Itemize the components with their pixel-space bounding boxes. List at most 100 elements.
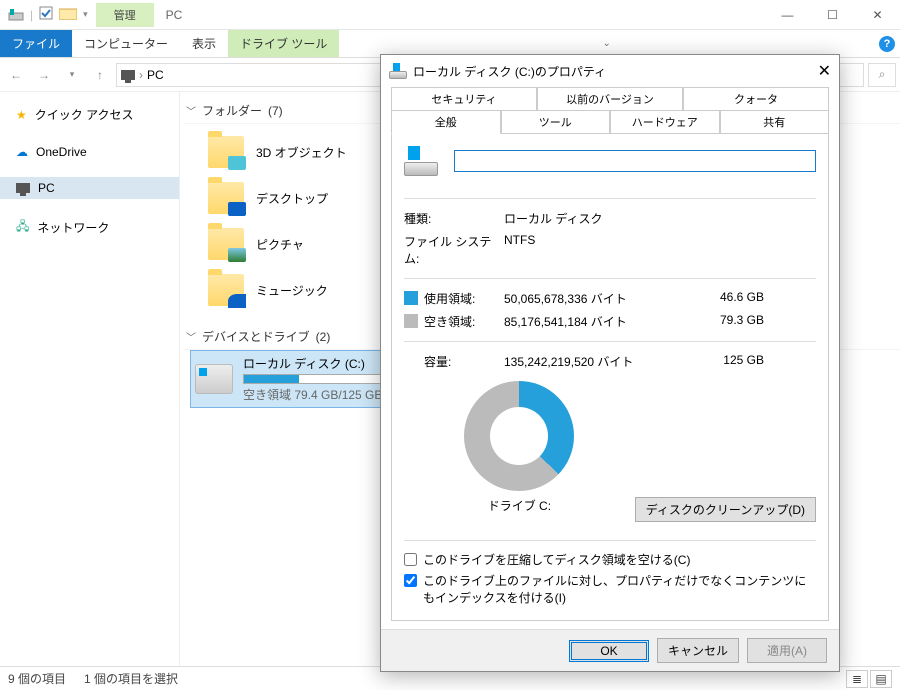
folder-icon [208, 228, 244, 260]
folder-label: デスクトップ [256, 190, 328, 207]
drive-icon [389, 63, 407, 79]
drive-label: ローカル ディスク (C:) [243, 355, 393, 372]
properties-dialog: ローカル ディスク (C:)のプロパティ ✕ セキュリティ 以前のバージョン ク… [380, 54, 840, 672]
index-label[interactable]: このドライブ上のファイルに対し、プロパティだけでなくコンテンツにもインデックスを… [423, 572, 816, 606]
tab-general[interactable]: 全般 [391, 110, 501, 134]
forward-button[interactable]: → [32, 63, 56, 87]
free-label: 空き領域: [404, 313, 504, 330]
ribbon-expand-icon[interactable]: ⌄ [594, 30, 620, 57]
drive-usage-bar [243, 374, 393, 384]
ribbon-tab-view[interactable]: 表示 [180, 30, 228, 57]
used-bytes: 50,065,678,336 バイト [504, 290, 684, 307]
folder-icon [208, 274, 244, 306]
search-box[interactable]: ⌕ [868, 63, 896, 87]
capacity-label: 容量: [404, 353, 504, 370]
recent-dropdown-icon[interactable]: ▾ [60, 63, 84, 87]
ribbon-tab-computer[interactable]: コンピューター [72, 30, 180, 57]
tab-row-back: セキュリティ 以前のバージョン クォータ [391, 87, 829, 110]
chevron-down-icon: ﹀ [186, 103, 196, 118]
ok-button[interactable]: OK [569, 640, 649, 662]
titlebar: | ▾ 管理 PC — ☐ ✕ [0, 0, 900, 30]
capacity-human: 125 GB [684, 353, 764, 370]
folder-icon [208, 182, 244, 214]
status-selection: 1 個の項目を選択 [84, 670, 178, 687]
star-icon: ★ [16, 108, 27, 122]
drive-large-icon [404, 146, 438, 176]
sidebar-item-label: PC [38, 181, 55, 195]
help-icon[interactable]: ? [874, 30, 900, 57]
app-icon [8, 7, 24, 23]
sidebar-item-label: クイック アクセス [35, 106, 134, 123]
drive-c[interactable]: ローカル ディスク (C:) 空き領域 79.4 GB/125 GB [190, 350, 410, 408]
folder-label: ミュージック [256, 282, 328, 299]
ribbon-tab-file[interactable]: ファイル [0, 30, 72, 57]
sidebar-item-pc[interactable]: PC [0, 177, 179, 199]
view-tiles-button[interactable]: ▤ [870, 670, 892, 688]
dialog-titlebar[interactable]: ローカル ディスク (C:)のプロパティ ✕ [381, 55, 839, 87]
tab-security[interactable]: セキュリティ [391, 87, 537, 111]
close-button[interactable]: ✕ [855, 0, 900, 30]
qat-dropdown-icon[interactable]: ▾ [83, 9, 88, 20]
sidebar-item-quick-access[interactable]: ★ クイック アクセス [0, 102, 179, 127]
tab-previous-versions[interactable]: 以前のバージョン [537, 87, 683, 111]
qat-separator: | [30, 8, 33, 22]
section-count: (7) [268, 104, 283, 118]
dialog-title: ローカル ディスク (C:)のプロパティ [413, 63, 606, 80]
free-human: 79.3 GB [684, 313, 764, 330]
view-details-button[interactable]: ≣ [846, 670, 868, 688]
qat-new-folder-icon[interactable] [59, 6, 77, 23]
tab-tools[interactable]: ツール [501, 110, 611, 134]
disk-cleanup-button[interactable]: ディスクのクリーンアップ(D) [635, 497, 816, 522]
used-label: 使用領域: [404, 290, 504, 307]
pc-icon [16, 183, 30, 193]
maximize-button[interactable]: ☐ [810, 0, 855, 30]
tab-hardware[interactable]: ハードウェア [610, 110, 720, 134]
fs-label: ファイル システム: [404, 233, 504, 267]
dialog-button-row: OK キャンセル 適用(A) [381, 629, 839, 671]
window-title: PC [166, 8, 183, 22]
drive-name-input[interactable] [454, 150, 816, 172]
tab-row-front: 全般 ツール ハードウェア 共有 [391, 110, 829, 133]
tab-sharing[interactable]: 共有 [720, 110, 830, 134]
pc-icon [121, 70, 135, 80]
usage-pie-chart [464, 381, 574, 491]
minimize-button[interactable]: — [765, 0, 810, 30]
sidebar-item-label: ネットワーク [37, 219, 109, 236]
section-count: (2) [316, 330, 331, 344]
index-checkbox[interactable] [404, 574, 417, 587]
capacity-bytes: 135,242,219,520 バイト [504, 353, 684, 370]
search-icon: ⌕ [879, 67, 886, 82]
sidebar-item-onedrive[interactable]: ☁ OneDrive [0, 141, 179, 163]
fs-value: NTFS [504, 233, 535, 267]
type-label: 種類: [404, 210, 504, 227]
sidebar-item-label: OneDrive [36, 145, 87, 159]
drive-icon [195, 364, 233, 394]
pie-caption: ドライブ C: [488, 497, 551, 514]
tab-panel-general: 種類: ローカル ディスク ファイル システム: NTFS 使用領域: 50,0… [391, 133, 829, 621]
section-label: フォルダー [202, 102, 262, 119]
cancel-button[interactable]: キャンセル [657, 638, 739, 663]
up-button[interactable]: ↑ [88, 63, 112, 87]
apply-button[interactable]: 適用(A) [747, 638, 827, 663]
folder-icon [208, 136, 244, 168]
dialog-close-button[interactable]: ✕ [818, 61, 831, 81]
tab-quota[interactable]: クォータ [683, 87, 829, 111]
type-value: ローカル ディスク [504, 210, 603, 227]
status-item-count: 9 個の項目 [8, 670, 66, 687]
folder-label: ピクチャ [256, 236, 304, 253]
ribbon-tab-drive-tools[interactable]: ドライブ ツール [228, 30, 339, 57]
drive-subtext: 空き領域 79.4 GB/125 GB [243, 386, 393, 403]
contextual-tab-header: 管理 [96, 3, 154, 27]
network-icon: 🖧 [16, 217, 29, 238]
used-human: 46.6 GB [684, 290, 764, 307]
sidebar-item-network[interactable]: 🖧 ネットワーク [0, 213, 179, 242]
qat-checkbox-icon[interactable] [39, 6, 53, 23]
chevron-down-icon: ﹀ [186, 329, 196, 344]
compress-checkbox[interactable] [404, 553, 417, 566]
back-button[interactable]: ← [4, 63, 28, 87]
compress-label[interactable]: このドライブを圧縮してディスク領域を空ける(C) [423, 551, 690, 568]
breadcrumb-root[interactable]: PC [147, 68, 164, 82]
nav-pane: ★ クイック アクセス ☁ OneDrive PC 🖧 ネットワーク [0, 92, 180, 666]
breadcrumb-chevron[interactable]: › [139, 68, 143, 82]
folder-label: 3D オブジェクト [256, 144, 347, 161]
